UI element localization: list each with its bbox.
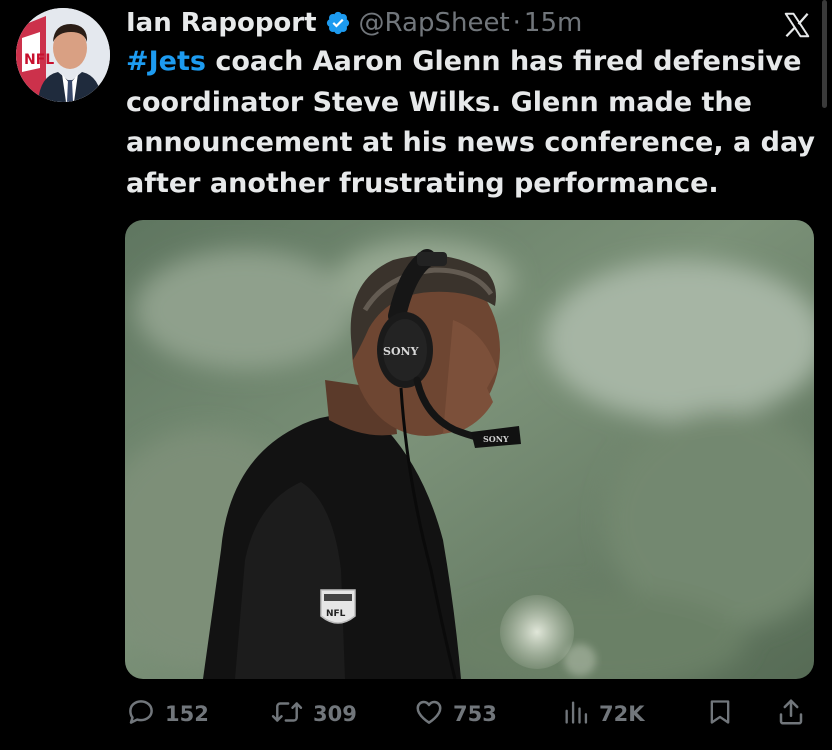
tweet-body: coach Aaron Glenn has fired defensive co…	[126, 46, 815, 199]
repost-icon	[270, 697, 304, 732]
tweet-actions: 152 309 753 72K	[0, 692, 832, 736]
bookmark-button[interactable]	[706, 692, 734, 736]
x-logo-icon	[782, 10, 812, 40]
views-button[interactable]: 72K	[562, 692, 645, 736]
reply-icon	[126, 697, 156, 732]
bookmark-icon	[706, 696, 734, 733]
reply-button[interactable]: 152	[126, 692, 209, 736]
views-count: 72K	[599, 702, 645, 726]
sleeve-logo: NFL	[326, 609, 346, 619]
verified-badge-icon	[325, 10, 351, 36]
author-name[interactable]: Ian Rapoport	[126, 8, 317, 38]
like-count: 753	[453, 702, 497, 726]
like-icon	[414, 697, 444, 732]
headset-brand: SONY	[383, 345, 419, 358]
scrollbar[interactable]	[822, 0, 827, 108]
tweet-text: #Jets coach Aaron Glenn has fired defens…	[126, 42, 816, 204]
avatar[interactable]: NFL	[16, 8, 110, 102]
nfl-shield-icon: NFL	[320, 589, 356, 624]
repost-count: 309	[313, 702, 357, 726]
repost-button[interactable]: 309	[270, 692, 357, 736]
bokeh-light	[500, 595, 574, 669]
share-icon	[776, 696, 806, 733]
author-handle[interactable]: @RapSheet	[359, 8, 510, 38]
header-separator: ·	[512, 8, 521, 38]
timestamp[interactable]: 15m	[524, 8, 582, 38]
avatar-badge: NFL	[24, 52, 54, 68]
share-button[interactable]	[776, 692, 806, 736]
tweet-media-image[interactable]: SONY SONY NFL	[125, 220, 814, 679]
tweet-header: Ian Rapoport @RapSheet · 15m	[126, 6, 582, 40]
views-icon	[562, 697, 590, 732]
mic-brand: SONY	[483, 434, 509, 444]
like-button[interactable]: 753	[414, 692, 497, 736]
reply-count: 152	[165, 702, 209, 726]
hashtag-link[interactable]: #Jets	[126, 46, 206, 77]
